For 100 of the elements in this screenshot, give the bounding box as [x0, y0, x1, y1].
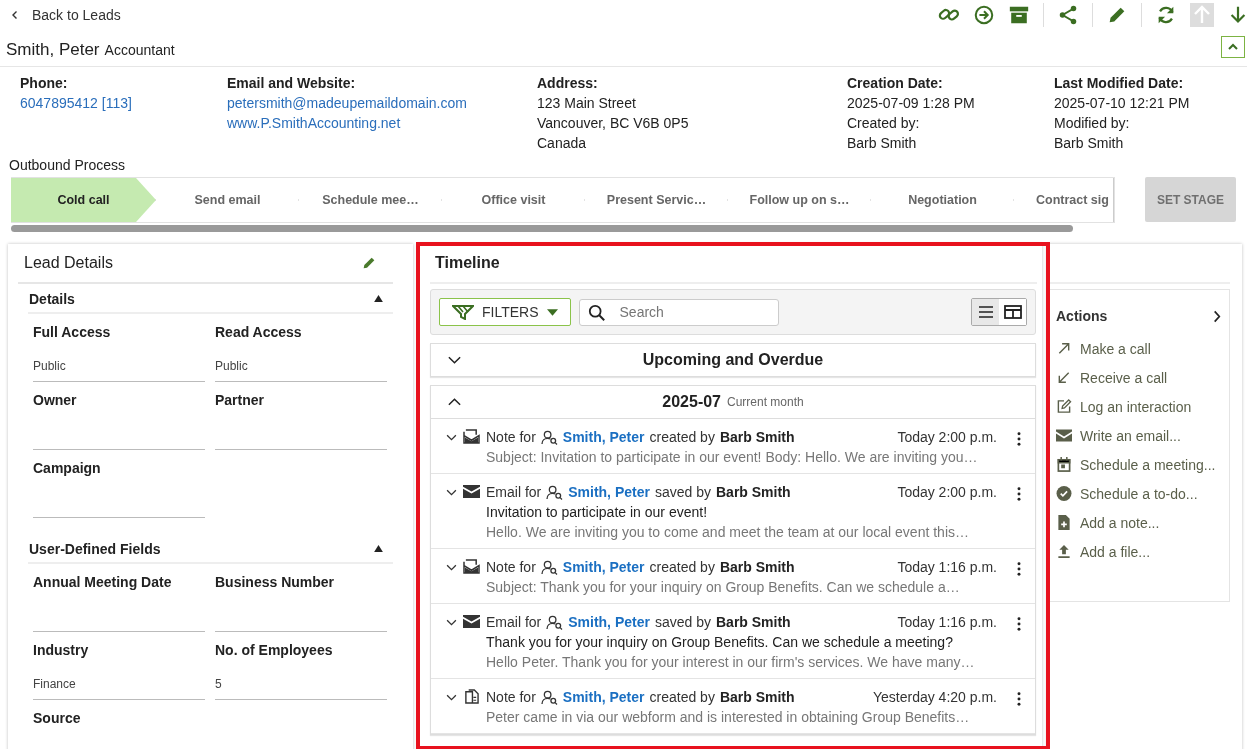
entry-verb: created by — [649, 558, 715, 577]
action-link[interactable]: Schedule a meeting... — [1056, 450, 1221, 479]
more-options-icon[interactable] — [1017, 692, 1021, 706]
group-title: 2025-07 — [662, 393, 721, 411]
entry-preview: Subject: Invitation to participate in our event! Body: Hello. We are inviting you… — [486, 448, 979, 467]
chevron-down-icon[interactable] — [446, 434, 457, 441]
entry-time: Yesterday 4:20 p.m. — [873, 688, 997, 707]
entry-time: Today 2:00 p.m. — [897, 483, 997, 502]
more-options-icon[interactable] — [1017, 432, 1021, 446]
arrow-down-left-icon — [1056, 370, 1072, 385]
collapse-button[interactable] — [1221, 36, 1245, 58]
info-link[interactable]: 6047895412 [113] — [20, 93, 227, 113]
entry-time: Today 2:00 p.m. — [897, 428, 997, 447]
contact-link[interactable]: Smith, Peter — [568, 612, 650, 632]
entry-verb: created by — [649, 688, 715, 707]
contact-search-icon — [540, 689, 558, 705]
contact-link[interactable]: Smith, Peter — [568, 482, 650, 502]
info-link[interactable]: petersmith@madeupemaildomain.com — [227, 93, 537, 113]
pencil-icon[interactable] — [361, 255, 377, 271]
search-icon — [587, 303, 606, 322]
collapse-triangle-icon[interactable] — [374, 545, 383, 552]
contact-link[interactable]: Smith, Peter — [562, 687, 645, 707]
table-view-button[interactable] — [999, 299, 1026, 325]
note-add-icon — [1056, 515, 1072, 530]
scrollbar-thumb[interactable] — [11, 225, 1073, 232]
action-link[interactable]: Make a call — [1056, 334, 1221, 363]
note-envelope-icon — [463, 429, 480, 444]
chevron-left-icon — [10, 10, 20, 20]
action-link[interactable]: Add a file... — [1056, 537, 1221, 566]
author-name: Barb Smith — [716, 483, 791, 502]
group-title: Upcoming and Overdue — [642, 351, 824, 369]
share-icon[interactable] — [1057, 4, 1079, 26]
entry-preview: Subject: Thank you for your inquiry on Group Benefits. Can we schedule a… — [486, 578, 961, 597]
contact-search-icon — [546, 614, 564, 630]
group-subtitle: Current month — [727, 395, 804, 409]
action-link[interactable]: Schedule a to-do... — [1056, 479, 1221, 508]
panel-title: Lead Details — [24, 254, 113, 272]
lead-name: Smith, Peter — [6, 40, 100, 60]
action-link[interactable]: Log an interaction — [1056, 392, 1221, 421]
process-stage[interactable]: Cold call — [11, 178, 156, 222]
chevron-down-icon[interactable] — [446, 564, 457, 571]
field-value: Public — [33, 359, 67, 373]
chevron-down-icon[interactable] — [446, 619, 457, 626]
upload-icon — [1056, 544, 1072, 559]
chevron-down-icon[interactable] — [446, 694, 457, 701]
info-value: Barb Smith — [847, 134, 918, 153]
chevron-icon[interactable] — [447, 397, 462, 407]
entry-preview: Peter came in via our webform and is interested in obtaining Group Benefits… — [486, 708, 971, 727]
info-label: Phone: — [20, 74, 69, 93]
check-circle-icon — [1056, 486, 1072, 501]
entry-verb: saved by — [654, 613, 711, 632]
field-value: 5 — [215, 677, 223, 691]
field-label: Annual Meeting Date — [33, 574, 173, 590]
info-label: Email and Website: — [227, 74, 357, 93]
entry-verb: saved by — [654, 483, 711, 502]
info-value: 2025-07-10 12:21 PM — [1054, 94, 1191, 113]
chevron-icon[interactable] — [447, 355, 462, 365]
envelope-icon — [463, 484, 480, 499]
info-value: Created by: — [847, 114, 921, 133]
search-field[interactable]: Search — [578, 298, 779, 326]
contact-link[interactable]: Smith, Peter — [562, 427, 645, 447]
info-label: Creation Date: — [847, 74, 944, 93]
field-label: Owner — [33, 392, 78, 408]
entry-type: Note for — [486, 688, 536, 707]
arrow-up-right-icon — [1056, 341, 1072, 356]
action-link[interactable]: Receive a call — [1056, 363, 1221, 392]
caret-down-icon — [546, 308, 558, 316]
list-view-button[interactable] — [972, 299, 999, 325]
contact-link[interactable]: Smith, Peter — [562, 557, 645, 577]
action-link[interactable]: Write an email... — [1056, 421, 1221, 450]
field-label: Full Access — [33, 324, 112, 340]
more-options-icon[interactable] — [1017, 617, 1021, 631]
info-link[interactable]: www.P.SmithAccounting.net — [227, 113, 537, 133]
entry-time: Today 1:16 p.m. — [897, 613, 997, 632]
contact-search-icon — [546, 484, 564, 500]
lead-title: Accountant — [104, 42, 175, 58]
info-value: 123 Main Street — [537, 94, 637, 113]
field-label: Industry — [33, 642, 90, 658]
more-options-icon[interactable] — [1017, 487, 1021, 501]
field-label: Read Access — [215, 324, 303, 340]
section-title: Details — [29, 290, 75, 307]
field-value: Public — [215, 359, 249, 373]
field-label: Source — [33, 710, 82, 726]
edit-icon — [1056, 399, 1072, 414]
back-link[interactable]: Back to Leads — [10, 7, 121, 23]
filters-button[interactable]: FILTERS — [439, 298, 571, 326]
field-label: No. of Employees — [215, 642, 334, 658]
chevron-down-icon[interactable] — [446, 489, 457, 496]
envelope-icon — [1056, 428, 1072, 443]
arrow-circle-icon[interactable] — [973, 4, 995, 26]
entry-verb: created by — [649, 428, 715, 447]
notes-icon — [463, 689, 480, 704]
field-label: Campaign — [33, 460, 102, 476]
info-value: Barb Smith — [1054, 134, 1125, 153]
collapse-triangle-icon[interactable] — [374, 295, 383, 302]
field-label: Partner — [215, 392, 266, 408]
action-link[interactable]: Add a note... — [1056, 508, 1221, 537]
archive-box-icon[interactable] — [1008, 4, 1030, 26]
chevron-right-icon[interactable] — [1213, 309, 1221, 323]
more-options-icon[interactable] — [1017, 562, 1021, 576]
